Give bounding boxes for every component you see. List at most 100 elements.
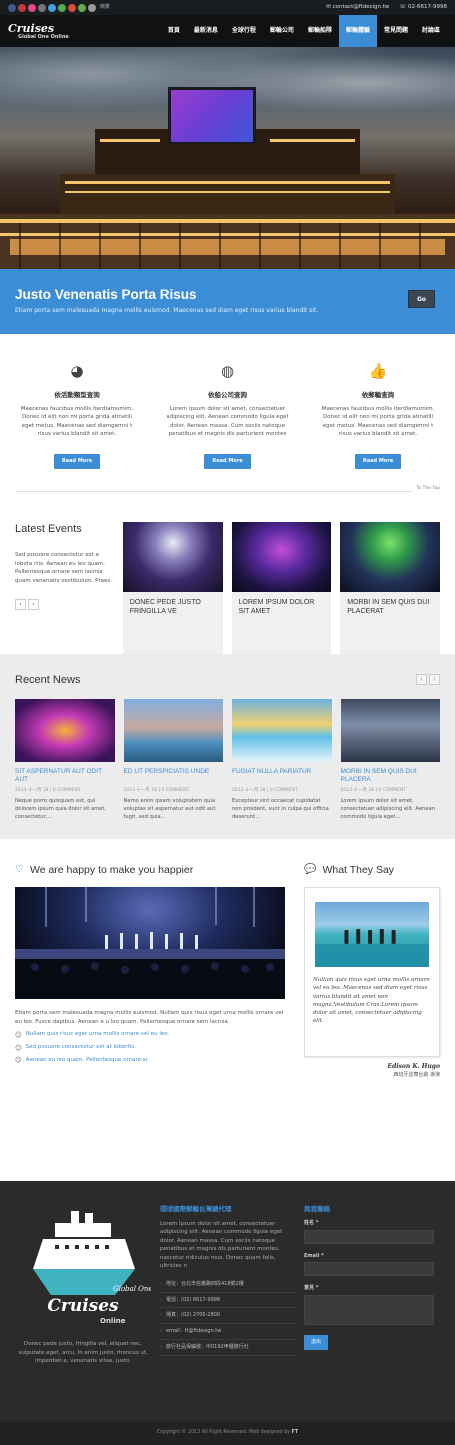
chevron-right-icon: ›: [160, 1280, 162, 1287]
event-title: MORBI IN SEM QUIS DUI PLACERAT: [347, 599, 430, 616]
contact-item: › email：ft@ftdesign.tw: [160, 1324, 295, 1340]
email-field[interactable]: [304, 1262, 434, 1277]
contact-text: email：ft@ftdesign.tw: [166, 1328, 222, 1335]
social-icon[interactable]: [58, 3, 66, 12]
chevron-right-icon: ›: [160, 1328, 162, 1335]
nav-item[interactable]: 郵輪體驗: [338, 15, 377, 47]
news-title[interactable]: MORBI IN SEM QUIS DUI PLACERA: [341, 768, 441, 786]
next-arrow-icon[interactable]: ›: [429, 674, 440, 685]
social-icon[interactable]: [8, 3, 16, 12]
events-intro: Latest Events Sed posuere consectetur es…: [15, 522, 123, 654]
news-card[interactable]: ED UT PERSPICIATIS UNDE 2013 十一月 18 | 0 C…: [123, 698, 224, 821]
testimonial-block: 💬 What They Say Nullam quis risus eget ur…: [304, 863, 440, 1181]
service-text: Maecenas faucibus mollis iterdiamumim. D…: [20, 405, 134, 438]
nav-item[interactable]: 討論區: [415, 15, 447, 47]
chevron-right-icon: ›: [160, 1343, 162, 1350]
message-label: 意見 *: [304, 1285, 319, 1292]
name-label: 姓名 *: [304, 1219, 319, 1226]
news-excerpt: Nemo enim ipsam voluptatem quia voluptas…: [123, 797, 216, 821]
logo-subtitle: Global One Online: [18, 33, 69, 40]
news-card[interactable]: SIT ASPERNATUR AUT ODIT AUT 2013 十一月 18 |…: [15, 698, 115, 821]
social-icon[interactable]: [48, 3, 56, 12]
footer-company-text: Lorem ipsum dolor sit amet, consectetuer…: [160, 1220, 283, 1270]
news-date: 2013 十一月 18 | 0 COMMENT: [123, 787, 190, 793]
prev-arrow-icon[interactable]: ‹: [15, 599, 26, 611]
happy-block: ♡ We are happy to make you happier Etiam …: [15, 863, 285, 1181]
service-text: Lorem ipsum dolor sit amet, consectetuer…: [166, 405, 289, 438]
service-card: 👍 依郵輪查詢 Maecenas faucibus mollis iterdiamu…: [316, 361, 440, 491]
to-top-link[interactable]: To The Top: [411, 486, 440, 493]
social-icon[interactable]: [38, 3, 46, 12]
name-field[interactable]: [304, 1229, 434, 1244]
banner-title: Justo Venenatis Porta Risus: [15, 287, 197, 302]
check-text: Aenean eu leo quam. Pellentesque ornare …: [25, 1056, 149, 1063]
phone-text: 02-6617-9998: [408, 3, 447, 10]
prev-arrow-icon[interactable]: ‹: [416, 674, 427, 685]
check-item[interactable]: ☺ Aenean eu leo quam. Pellentesque ornare…: [15, 1056, 285, 1065]
banner-subtitle: Etiam porta sem malesuada magna mollis e…: [15, 307, 319, 315]
service-card: ◍ 依船公司查詢 Lorem ipsum dolor sit amet, conse…: [166, 361, 290, 491]
event-card[interactable]: LOREM IPSUM DOLOR SIT AMET: [231, 522, 332, 654]
news-excerpt: Excepteur sint occaecat cupidatat non pr…: [232, 797, 329, 821]
news-date: 2013 十一月 18 | 0 COMMENT: [232, 787, 298, 793]
read-more-button[interactable]: Read More: [354, 453, 402, 469]
nav-item[interactable]: 郵輪公司: [263, 15, 301, 47]
footer-about-text: Donec pede justo, fringilla vel, aliquet…: [18, 1341, 148, 1365]
nav-item[interactable]: 全球行程: [225, 15, 263, 47]
testimonial-heading: 💬 What They Say: [304, 863, 440, 877]
read-more-button[interactable]: Read More: [53, 453, 101, 469]
next-arrow-icon[interactable]: ›: [28, 599, 39, 611]
go-button[interactable]: Go: [408, 290, 435, 308]
concert-screen: [168, 87, 256, 145]
testimonial-photo: [315, 902, 429, 968]
thumbs-up-icon: 👍: [368, 362, 388, 380]
testimonial-card: Nullam quis risus eget urna mollis ornar…: [304, 887, 440, 1058]
nav-menu: 首頁 最新消息 全球行程 郵輪公司 郵輪船隊 郵輪體驗 常見問題 討論區: [161, 15, 447, 47]
social-icon[interactable]: [78, 3, 86, 12]
divider: To The Top: [15, 486, 440, 511]
contact-text: 電話：(02) 6617-9998: [166, 1296, 221, 1303]
check-item[interactable]: ☺ Sed posuere consectetur est at lobortis…: [15, 1044, 285, 1053]
email-link[interactable]: ✉ contact@ftdesign.tw: [326, 4, 389, 11]
happy-text: Etiam porta sem malesuada magna mollis e…: [15, 1010, 284, 1025]
site-logo[interactable]: Cruises Global One Online: [8, 23, 98, 40]
news-title: Recent News: [15, 674, 81, 686]
heart-icon: ♡: [15, 864, 24, 876]
happy-heading: ♡ We are happy to make you happier: [15, 863, 285, 877]
read-more-button[interactable]: Read More: [204, 453, 251, 469]
news-excerpt: Neque porro quisquam est, qui dolorem ip…: [15, 797, 107, 821]
testimonial-quote: Nullam quis risus eget urna mollis ornar…: [313, 977, 430, 1025]
nav-item[interactable]: 首頁: [161, 15, 187, 47]
social-icon[interactable]: [18, 3, 26, 12]
news-card[interactable]: FUGIAT NULLA PARIATUR 2013 十一月 18 | 0 COM…: [232, 698, 332, 821]
message-field[interactable]: [304, 1295, 434, 1326]
social-icon[interactable]: [68, 3, 76, 12]
social-icon[interactable]: [28, 3, 36, 12]
event-card[interactable]: DONEC PEDE JUSTO FRINGILLA VE: [122, 522, 223, 654]
event-card[interactable]: MORBI IN SEM QUIS DUI PLACERAT: [340, 522, 440, 654]
contact-text: 傳真：(02) 2700-2800: [166, 1312, 221, 1319]
event-photo: [231, 522, 332, 592]
footer-company: 環球國際郵輪台灣總代理 Lorem ipsum dolor sit amet, …: [160, 1205, 295, 1421]
news-title[interactable]: SIT ASPERNATUR AUT ODIT AUT: [15, 768, 115, 786]
news-card[interactable]: MORBI IN SEM QUIS DUI PLACERA 2013 十一月 18…: [340, 698, 441, 821]
check-item[interactable]: ☺ Nullam quis risus eget urna mollis orna…: [15, 1031, 285, 1040]
nav-item[interactable]: 最新消息: [187, 15, 225, 47]
language-switch[interactable]: 簡繁: [100, 4, 110, 11]
social-links: [8, 3, 96, 12]
news-title[interactable]: FUGIAT NULLA PARIATUR: [232, 768, 332, 786]
hero-image: [0, 47, 455, 269]
social-icon[interactable]: [88, 3, 96, 12]
service-text: Maecenas faucibus mollis iterdiamumim. D…: [321, 405, 435, 438]
nav-item[interactable]: 常見問題: [377, 15, 415, 47]
about-section: ♡ We are happy to make you happier Etiam …: [0, 839, 455, 1181]
globe-icon: ◍: [220, 362, 235, 380]
news-title[interactable]: ED UT PERSPICIATIS UNDE: [124, 768, 224, 786]
send-button[interactable]: 送出: [304, 1335, 329, 1350]
copyright-brand[interactable]: FT: [292, 1430, 299, 1435]
news-photo: [340, 698, 440, 762]
email-text: contact@ftdesign.tw: [332, 3, 390, 10]
contact-text: 旅行社品保編號：中0192甲種旅行社: [166, 1343, 249, 1350]
recent-news: Recent News ‹ › SIT ASPERNATUR AUT ODIT A…: [0, 654, 455, 839]
nav-item[interactable]: 郵輪船隊: [301, 15, 339, 47]
